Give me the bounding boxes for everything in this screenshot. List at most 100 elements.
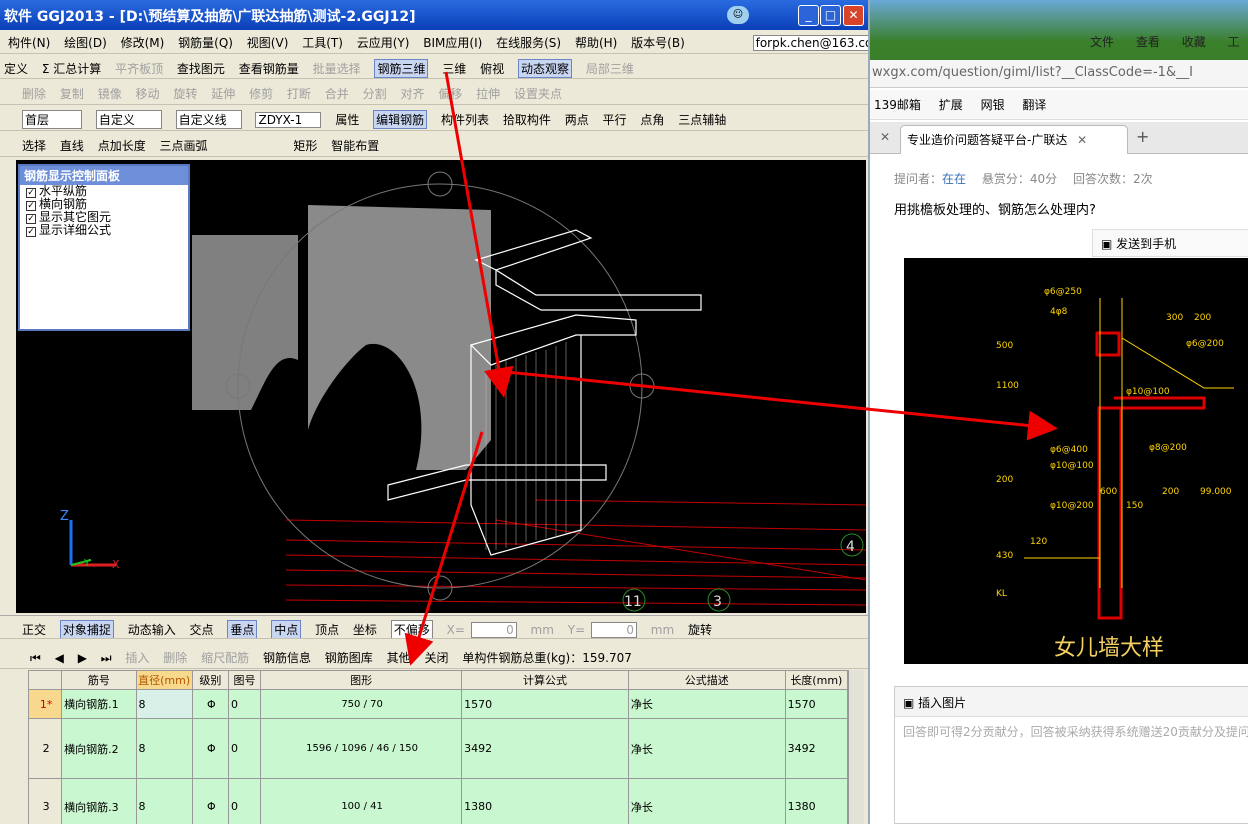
offset-select[interactable]: 不偏移 bbox=[390, 620, 433, 638]
menu-item[interactable]: 工 bbox=[1228, 35, 1240, 49]
mirror-button[interactable]: 镜像 bbox=[98, 85, 122, 102]
extend-button[interactable]: 延伸 bbox=[211, 85, 235, 102]
send-to-phone-button[interactable]: ▣ 发送到手机 bbox=[1092, 229, 1248, 257]
rectangle-button[interactable]: 矩形 bbox=[293, 137, 317, 154]
point-length-button[interactable]: 点加长度 bbox=[98, 137, 146, 154]
set-grip-button[interactable]: 设置夹点 bbox=[514, 85, 562, 102]
two-point-button[interactable]: 两点 bbox=[565, 111, 589, 128]
local-3d-button[interactable]: 局部三维 bbox=[586, 60, 634, 77]
intersection-button[interactable]: 交点 bbox=[190, 621, 214, 638]
close-table-button[interactable]: 关闭 bbox=[424, 649, 448, 666]
ortho-button[interactable]: 正交 bbox=[22, 621, 46, 638]
column-header[interactable]: 图号 bbox=[227, 670, 262, 690]
rebar-library-button[interactable]: 钢筋图库 bbox=[325, 649, 373, 666]
fav-item[interactable]: 网银 bbox=[981, 98, 1005, 112]
scale-rebar-button[interactable]: 缩尺配筋 bbox=[201, 649, 249, 666]
copy-button[interactable]: 复制 bbox=[60, 85, 84, 102]
menu-item[interactable]: 云应用(Y) bbox=[357, 34, 410, 51]
rebar-shape[interactable]: 100 / 41 bbox=[260, 778, 463, 824]
rotate-checkbox[interactable]: 旋转 bbox=[688, 621, 712, 638]
three-point-arc-button[interactable]: 三点画弧 bbox=[160, 137, 280, 154]
menu-item[interactable]: 文件 bbox=[1090, 35, 1114, 49]
stretch-button[interactable]: 拉伸 bbox=[476, 85, 500, 102]
flush-slab-button[interactable]: 平齐板顶 bbox=[115, 60, 163, 77]
menu-item[interactable]: 查看 bbox=[1136, 35, 1160, 49]
menu-item[interactable]: 钢筋量(Q) bbox=[178, 34, 233, 51]
column-header[interactable]: 图形 bbox=[260, 670, 463, 690]
column-header[interactable]: 级别 bbox=[191, 670, 229, 690]
define-button[interactable]: 定义 bbox=[4, 60, 28, 77]
nav-first-icon[interactable]: ⏮ bbox=[30, 651, 41, 666]
table-row[interactable]: 3 横向钢筋.3 8 Φ 0 100 / 41 1380 净长 1380 bbox=[27, 778, 849, 824]
menu-item[interactable]: 绘图(D) bbox=[64, 34, 107, 51]
menu-item[interactable]: 修改(M) bbox=[121, 34, 165, 51]
view-3d-dropdown[interactable]: 三维 bbox=[442, 60, 466, 77]
insert-image-button[interactable]: ▣ 插入图片 bbox=[895, 687, 1248, 717]
smart-layout-button[interactable]: 智能布置 bbox=[331, 137, 379, 154]
find-element-button[interactable]: 查找图元 bbox=[177, 60, 225, 77]
menu-item[interactable]: 帮助(H) bbox=[575, 34, 617, 51]
three-point-axis-button[interactable]: 三点辅轴 bbox=[678, 111, 726, 128]
line-button[interactable]: 直线 bbox=[60, 137, 84, 154]
trim-button[interactable]: 修剪 bbox=[249, 85, 273, 102]
dynamic-input-button[interactable]: 动态输入 bbox=[128, 621, 176, 638]
select-button[interactable]: 选择 bbox=[22, 137, 46, 154]
close-tab-icon[interactable]: ✕ bbox=[880, 130, 890, 144]
x-input[interactable]: 0 bbox=[470, 622, 517, 638]
split-button[interactable]: 分割 bbox=[363, 85, 387, 102]
fav-item[interactable]: 扩展 bbox=[939, 98, 963, 112]
edit-rebar-button[interactable]: 编辑钢筋 bbox=[373, 110, 428, 129]
table-row[interactable]: 2 横向钢筋.2 8 Φ 0 1596 / 1096 / 46 / 150 34… bbox=[27, 718, 849, 779]
menu-item[interactable]: BIM应用(I) bbox=[423, 34, 482, 51]
rebar-3d-button[interactable]: 钢筋三维 bbox=[374, 59, 429, 78]
fav-item[interactable]: 翻译 bbox=[1022, 98, 1046, 112]
component-list-button[interactable]: 构件列表 bbox=[441, 111, 489, 128]
subtype-select[interactable]: 自定义线 bbox=[175, 110, 242, 129]
column-header[interactable]: 长度(mm) bbox=[784, 670, 849, 690]
menu-item[interactable]: 版本号(B) bbox=[631, 34, 685, 51]
dynamic-orbit-button[interactable]: 动态观察 bbox=[517, 59, 572, 78]
merge-button[interactable]: 合并 bbox=[325, 85, 349, 102]
answer-input[interactable]: 回答即可得2分贡献分，回答被采纳获得系统赠送20贡献分及提问 bbox=[903, 723, 1248, 740]
fav-item[interactable]: 139邮箱 bbox=[874, 98, 921, 112]
new-tab-icon[interactable]: + bbox=[1136, 127, 1149, 146]
delete-row-button[interactable]: 删除 bbox=[163, 649, 187, 666]
table-row[interactable]: 1* 横向钢筋.1 8 Φ 0 750 / 70 1570 净长 1570 bbox=[27, 689, 849, 719]
rotate-button[interactable]: 旋转 bbox=[173, 85, 197, 102]
nav-next-icon[interactable]: ▶ bbox=[78, 651, 87, 665]
align-button[interactable]: 对齐 bbox=[400, 85, 424, 102]
menu-item[interactable]: 收藏 bbox=[1182, 35, 1206, 49]
menu-item[interactable]: 在线服务(S) bbox=[496, 34, 561, 51]
properties-button[interactable]: 属性 bbox=[335, 111, 359, 128]
menu-item[interactable]: 视图(V) bbox=[247, 34, 289, 51]
vertex-button[interactable]: 顶点 bbox=[315, 621, 339, 638]
move-button[interactable]: 移动 bbox=[136, 85, 160, 102]
assistant-icon[interactable]: ☺ bbox=[727, 6, 749, 24]
perpendicular-button[interactable]: 垂点 bbox=[227, 620, 258, 638]
code-select[interactable]: ZDYX-1 bbox=[255, 112, 322, 128]
offset-button[interactable]: 偏移 bbox=[438, 85, 462, 102]
user-account[interactable]: forpk.chen@163.com bbox=[752, 35, 868, 51]
parallel-button[interactable]: 平行 bbox=[603, 111, 627, 128]
summary-calc-button[interactable]: Σ 汇总计算 bbox=[42, 60, 101, 77]
table-scrollbar[interactable] bbox=[848, 670, 864, 824]
column-header[interactable]: 计算公式 bbox=[461, 670, 629, 690]
column-header[interactable]: 公式描述 bbox=[627, 670, 786, 690]
maximize-button[interactable]: □ bbox=[820, 5, 841, 26]
view-rebar-button[interactable]: 查看钢筋量 bbox=[239, 60, 299, 77]
coordinate-button[interactable]: 坐标 bbox=[353, 621, 377, 638]
midpoint-button[interactable]: 中点 bbox=[271, 620, 302, 638]
rebar-shape[interactable]: 1596 / 1096 / 46 / 150 bbox=[260, 718, 463, 779]
nav-last-icon[interactable]: ⏭ bbox=[101, 651, 112, 666]
other-dropdown[interactable]: 其他 bbox=[387, 649, 411, 666]
column-header[interactable]: 筋号 bbox=[61, 670, 137, 690]
floor-select[interactable]: 首层 bbox=[22, 110, 82, 129]
close-button[interactable]: ✕ bbox=[843, 5, 864, 26]
rebar-info-button[interactable]: 钢筋信息 bbox=[263, 649, 311, 666]
column-header[interactable]: 直径(mm) bbox=[135, 670, 193, 690]
address-bar[interactable]: wxgx.com/question/giml/list?__ClassCode=… bbox=[870, 60, 1248, 88]
menu-item[interactable]: 工具(T) bbox=[302, 34, 343, 51]
close-tab-icon[interactable]: ✕ bbox=[1077, 133, 1087, 147]
active-tab[interactable]: 专业造价问题答疑平台-广联达 ✕ bbox=[900, 125, 1128, 154]
delete-button[interactable]: 删除 bbox=[22, 85, 46, 102]
